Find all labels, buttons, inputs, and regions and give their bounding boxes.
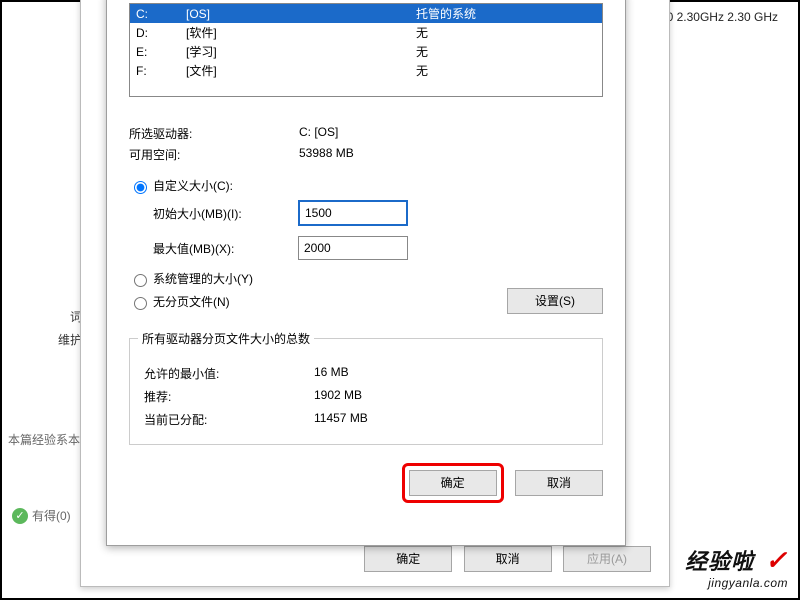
watermark-title: 经验啦 (685, 549, 754, 574)
drive-paging: 无 (416, 24, 596, 41)
watermark: 经验啦 ✓ jingyanla.com (685, 544, 788, 590)
drive-paging: 无 (416, 43, 596, 60)
vote-row[interactable]: ✓ 有得 (0) (12, 507, 71, 524)
radio-system-managed[interactable]: 系统管理的大小(Y) (129, 270, 603, 287)
drive-row-d[interactable]: D: [软件] 无 (130, 23, 602, 42)
drive-letter: F: (136, 64, 186, 78)
cancel-button[interactable]: 取消 (515, 470, 603, 496)
watermark-check-icon: ✓ (765, 545, 788, 575)
drive-paging: 托管的系统 (416, 5, 596, 22)
dialog-button-bar: 确定 取消 (129, 463, 603, 503)
min-allowed-value: 16 MB (314, 365, 349, 382)
sidebar-fragment: 词 维护 (2, 302, 92, 354)
radio-system-managed-input[interactable] (134, 274, 147, 287)
drive-row-f[interactable]: F: [文件] 无 (130, 61, 602, 80)
radio-custom-size-label: 自定义大小(C): (153, 177, 233, 194)
drive-row-empty (130, 80, 602, 96)
cpu-info-text: 0 2.30GHz 2.30 GHz (667, 10, 778, 24)
drive-label: [学习] (186, 43, 416, 60)
currently-allocated-value: 11457 MB (314, 411, 368, 428)
recommended-label: 推荐: (144, 388, 314, 405)
parent-ok-button[interactable]: 确定 (364, 546, 452, 572)
drive-label: [软件] (186, 24, 416, 41)
max-size-input[interactable] (298, 236, 408, 260)
set-button[interactable]: 设置(S) (507, 288, 603, 314)
drive-letter: D: (136, 26, 186, 40)
initial-size-label: 初始大小(MB)(I): (153, 205, 298, 222)
parent-apply-button[interactable]: 应用(A) (563, 546, 651, 572)
total-paging-groupbox: 所有驱动器分页文件大小的总数 允许的最小值: 16 MB 推荐: 1902 MB… (129, 338, 603, 445)
max-size-label: 最大值(MB)(X): (153, 240, 298, 257)
radio-no-paging-label: 无分页文件(N) (153, 293, 230, 310)
drive-label: [文件] (186, 62, 416, 79)
virtual-memory-dialog: C: [OS] 托管的系统 D: [软件] 无 E: [学习] 无 F: [文件… (106, 0, 626, 546)
vote-count: (0) (56, 509, 71, 523)
currently-allocated-label: 当前已分配: (144, 411, 314, 428)
parent-button-bar: 确定 取消 应用(A) (356, 546, 651, 572)
drive-letter: E: (136, 45, 186, 59)
watermark-url: jingyanla.com (685, 576, 788, 590)
vote-label: 有得 (32, 507, 56, 524)
highlight-ok-box: 确定 (402, 463, 504, 503)
check-icon: ✓ (12, 508, 28, 524)
groupbox-legend: 所有驱动器分页文件大小的总数 (138, 330, 314, 347)
sidebar-link-maintenance[interactable]: 维护 (2, 331, 82, 348)
initial-size-input[interactable] (298, 200, 408, 226)
drive-letter: C: (136, 7, 186, 21)
parent-cancel-button[interactable]: 取消 (464, 546, 552, 572)
min-allowed-label: 允许的最小值: (144, 365, 314, 382)
radio-no-paging-input[interactable] (134, 297, 147, 310)
radio-custom-size-input[interactable] (134, 181, 147, 194)
radio-system-managed-label: 系统管理的大小(Y) (153, 270, 253, 287)
drive-row-e[interactable]: E: [学习] 无 (130, 42, 602, 61)
selected-drive-value: C: [OS] (299, 125, 338, 142)
selected-drive-label: 所选驱动器: (129, 125, 299, 142)
drive-label: [OS] (186, 7, 416, 21)
drive-paging: 无 (416, 62, 596, 79)
drive-row-c[interactable]: C: [OS] 托管的系统 (130, 4, 602, 23)
radio-custom-size[interactable]: 自定义大小(C): (129, 177, 603, 194)
free-space-value: 53988 MB (299, 146, 354, 163)
ok-button[interactable]: 确定 (409, 470, 497, 496)
sidebar-text-1: 词 (2, 308, 82, 325)
recommended-value: 1902 MB (314, 388, 362, 405)
drive-list[interactable]: C: [OS] 托管的系统 D: [软件] 无 E: [学习] 无 F: [文件… (129, 3, 603, 97)
free-space-label: 可用空间: (129, 146, 299, 163)
